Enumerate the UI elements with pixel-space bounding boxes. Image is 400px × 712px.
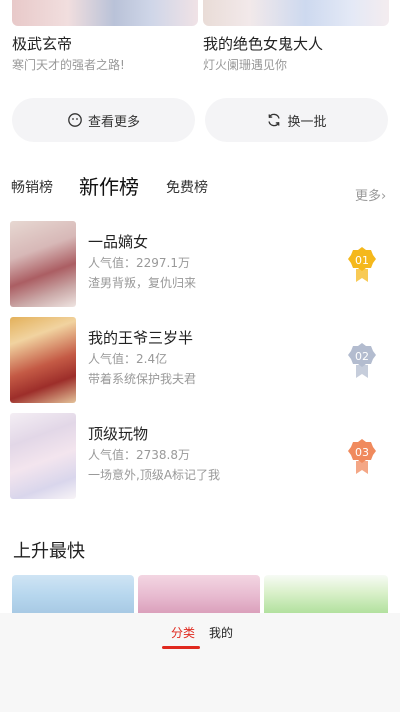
- rank-number: 02: [355, 350, 369, 363]
- view-more-button[interactable]: 查看更多: [12, 98, 195, 142]
- book-desc: 灯火阑珊遇见你: [203, 58, 288, 72]
- rank-list-item[interactable]: 一品嫡女 人气值：2297.1万 渣男背叛，复仇归来 01: [10, 221, 390, 307]
- rank-badge-icon: 03: [347, 437, 377, 475]
- smile-icon: [67, 112, 83, 128]
- book-title[interactable]: 顶级玩物: [88, 423, 338, 445]
- book-cover[interactable]: [264, 575, 388, 615]
- book-card[interactable]: 极武玄帝 寒门天才的强者之路!: [12, 0, 198, 73]
- tab-free[interactable]: 免费榜: [166, 177, 208, 197]
- popularity-value: 人气值：2.4亿: [88, 352, 168, 366]
- more-link[interactable]: 更多›: [355, 185, 386, 204]
- tab-new-works[interactable]: 新作榜: [79, 171, 139, 200]
- book-cover[interactable]: [203, 0, 389, 26]
- book-desc: 一场意外,顶级A标记了我: [88, 468, 221, 482]
- tab-mine[interactable]: 我的: [209, 624, 233, 641]
- action-buttons: 查看更多 换一批: [12, 98, 388, 142]
- top-cards: 极武玄帝 寒门天才的强者之路! 我的绝色女鬼大人 灯火阑珊遇见你: [0, 0, 400, 80]
- view-more-label: 查看更多: [87, 114, 140, 130]
- book-card[interactable]: 我的绝色女鬼大人 灯火阑珊遇见你: [203, 0, 389, 73]
- rank-tabs: 畅销榜 新作榜 免费榜 更多›: [0, 168, 400, 208]
- book-desc: 带着系统保护我夫君: [88, 372, 197, 386]
- book-desc: 渣男背叛，复仇归来: [88, 276, 197, 290]
- popularity-value: 人气值：2738.8万: [88, 448, 190, 462]
- bottom-tab-bar: 分类 我的: [0, 613, 400, 712]
- book-title[interactable]: 极武玄帝: [12, 34, 198, 54]
- rank-badge-icon: 02: [347, 341, 377, 379]
- active-tab-indicator: [162, 646, 200, 649]
- tab-category[interactable]: 分类: [171, 624, 195, 641]
- book-cover[interactable]: [10, 221, 76, 307]
- book-cover[interactable]: [138, 575, 260, 615]
- book-cover[interactable]: [10, 317, 76, 403]
- rank-badge-icon: 01: [347, 245, 377, 283]
- tab-bestseller[interactable]: 畅销榜: [11, 177, 53, 197]
- book-title[interactable]: 一品嫡女: [88, 231, 338, 253]
- book-cover[interactable]: [12, 0, 198, 26]
- refresh-batch-button[interactable]: 换一批: [205, 98, 388, 142]
- rank-number: 03: [355, 446, 369, 459]
- book-title[interactable]: 我的绝色女鬼大人: [203, 34, 389, 54]
- rank-number: 01: [355, 254, 369, 267]
- rank-list-item[interactable]: 我的王爷三岁半 人气值：2.4亿 带着系统保护我夫君 02: [10, 317, 390, 403]
- book-desc: 寒门天才的强者之路!: [12, 58, 125, 72]
- section-title-rising: 上升最快: [13, 541, 85, 562]
- refresh-batch-label: 换一批: [287, 114, 327, 130]
- refresh-icon: [266, 112, 282, 128]
- popularity-value: 人气值：2297.1万: [88, 256, 190, 270]
- book-cover[interactable]: [12, 575, 134, 615]
- rank-list-item[interactable]: 顶级玩物 人气值：2738.8万 一场意外,顶级A标记了我 03: [10, 413, 390, 499]
- book-cover[interactable]: [10, 413, 76, 499]
- book-title[interactable]: 我的王爷三岁半: [88, 327, 338, 349]
